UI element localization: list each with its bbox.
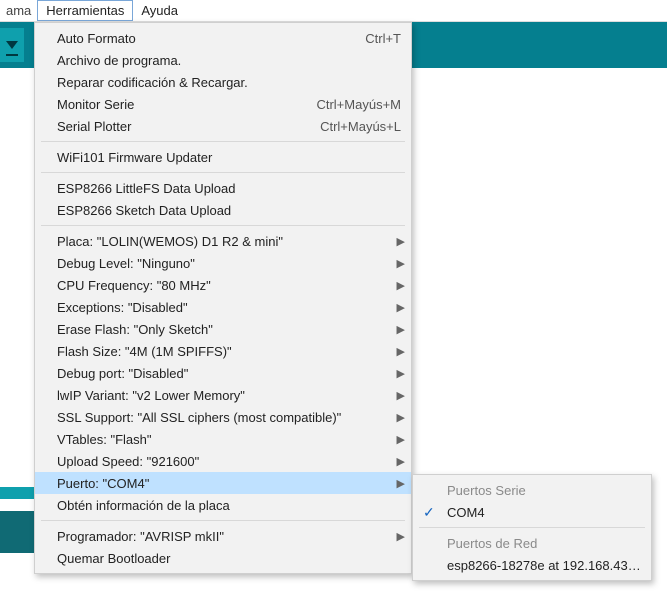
menu-item[interactable]: Debug port: "Disabled"▶ [35,362,411,384]
menu-item[interactable]: Flash Size: "4M (1M SPIFFS)"▶ [35,340,411,362]
chevron-right-icon: ▶ [397,323,405,336]
menu-item-label: Flash Size: "4M (1M SPIFFS)" [57,344,401,359]
menu-item[interactable]: Archivo de programa. [35,49,411,71]
chevron-right-icon: ▶ [397,433,405,446]
gutter-strip [0,487,34,499]
chevron-right-icon: ▶ [397,257,405,270]
chevron-right-icon: ▶ [397,235,405,248]
chevron-right-icon: ▶ [397,389,405,402]
chevron-right-icon: ▶ [397,367,405,380]
upload-button[interactable] [0,28,24,62]
download-icon [6,41,18,49]
menu-item-label: Serial Plotter [57,119,300,134]
menu-item-label: Debug port: "Disabled" [57,366,401,381]
menu-item[interactable]: Reparar codificación & Recargar. [35,71,411,93]
check-icon: ✓ [423,504,435,521]
menu-item-label: Quemar Bootloader [57,551,401,566]
menu-item-label: lwIP Variant: "v2 Lower Memory" [57,388,401,403]
separator [41,520,405,521]
menu-item[interactable]: Programador: "AVRISP mkII"▶ [35,525,411,547]
menu-item[interactable]: WiFi101 Firmware Updater [35,146,411,168]
submenu-item-com4[interactable]: ✓ COM4 [413,501,651,523]
separator [41,172,405,173]
chevron-right-icon: ▶ [397,411,405,424]
submenu-header-network: Puertos de Red [413,532,651,554]
menubar-truncated: ama [0,0,37,21]
menu-item[interactable]: VTables: "Flash"▶ [35,428,411,450]
menu-item[interactable]: ESP8266 Sketch Data Upload [35,199,411,221]
menu-item[interactable]: Quemar Bootloader [35,547,411,569]
menu-item-label: CPU Frequency: "80 MHz" [57,278,401,293]
menu-item-accel: Ctrl+Mayús+L [300,119,401,134]
menu-item-label: ESP8266 LittleFS Data Upload [57,181,401,196]
menu-item-label: Obtén información de la placa [57,498,401,513]
menu-item[interactable]: Debug Level: "Ninguno"▶ [35,252,411,274]
submenu-item-network[interactable]: esp8266-18278e at 192.168.43.237 [413,554,651,576]
chevron-right-icon: ▶ [397,345,405,358]
menu-tools[interactable]: Herramientas [37,0,133,21]
menu-item[interactable]: SSL Support: "All SSL ciphers (most comp… [35,406,411,428]
menu-item-label: Reparar codificación & Recargar. [57,75,401,90]
separator [419,527,645,528]
menu-item-label: VTables: "Flash" [57,432,401,447]
status-strip [0,511,34,553]
menu-item-accel: Ctrl+Mayús+M [296,97,401,112]
menu-item[interactable]: Upload Speed: "921600"▶ [35,450,411,472]
chevron-right-icon: ▶ [397,301,405,314]
menu-item-accel: Ctrl+T [345,31,401,46]
menu-item-label: Programador: "AVRISP mkII" [57,529,401,544]
menu-item-label: ESP8266 Sketch Data Upload [57,203,401,218]
menu-item[interactable]: Erase Flash: "Only Sketch"▶ [35,318,411,340]
chevron-right-icon: ▶ [397,279,405,292]
menu-item-label: Auto Formato [57,31,345,46]
menu-item-label: WiFi101 Firmware Updater [57,150,401,165]
separator [41,225,405,226]
menu-item[interactable]: ESP8266 LittleFS Data Upload [35,177,411,199]
menu-item[interactable]: lwIP Variant: "v2 Lower Memory"▶ [35,384,411,406]
menu-item-label: Monitor Serie [57,97,296,112]
chevron-right-icon: ▶ [397,530,405,543]
submenu-item-label: esp8266-18278e at 192.168.43.237 [447,558,641,573]
menu-item-label: SSL Support: "All SSL ciphers (most comp… [57,410,401,425]
menu-item-label: Debug Level: "Ninguno" [57,256,401,271]
menu-item-label: Upload Speed: "921600" [57,454,401,469]
submenu-header-serial: Puertos Serie [413,479,651,501]
menu-item[interactable]: Monitor SerieCtrl+Mayús+M [35,93,411,115]
tools-dropdown: Auto FormatoCtrl+T Archivo de programa. Re… [34,22,412,574]
menu-item[interactable]: Auto FormatoCtrl+T [35,27,411,49]
menu-help[interactable]: Ayuda [133,0,186,21]
menu-item[interactable]: Obtén información de la placa [35,494,411,516]
menu-item-label: Archivo de programa. [57,53,401,68]
chevron-right-icon: ▶ [397,477,405,490]
separator [41,141,405,142]
menubar: ama Herramientas Ayuda [0,0,667,22]
menu-item-label: Placa: "LOLIN(WEMOS) D1 R2 & mini" [57,234,401,249]
menu-item-label: Exceptions: "Disabled" [57,300,401,315]
chevron-right-icon: ▶ [397,455,405,468]
menu-item[interactable]: Serial PlotterCtrl+Mayús+L [35,115,411,137]
menu-item-label: Puerto: "COM4" [57,476,401,491]
port-submenu: Puertos Serie ✓ COM4 Puertos de Red esp8… [412,474,652,581]
menu-item[interactable]: Placa: "LOLIN(WEMOS) D1 R2 & mini"▶ [35,230,411,252]
submenu-item-label: COM4 [447,505,641,520]
menu-item[interactable]: Puerto: "COM4"▶ [35,472,411,494]
menu-item-label: Erase Flash: "Only Sketch" [57,322,401,337]
menu-item[interactable]: Exceptions: "Disabled"▶ [35,296,411,318]
menu-item[interactable]: CPU Frequency: "80 MHz"▶ [35,274,411,296]
